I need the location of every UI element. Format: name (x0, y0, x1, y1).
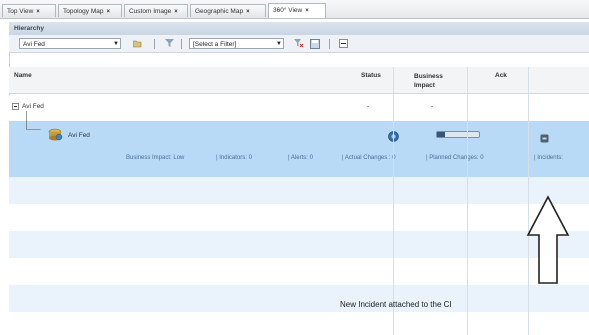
collapse-icon[interactable] (339, 39, 348, 50)
row-name: Avi Fed (22, 103, 44, 110)
tab-geographic-map[interactable]: Geographic Map × (190, 4, 266, 17)
empty-row (9, 204, 589, 231)
close-icon[interactable]: × (246, 9, 250, 15)
empty-row (9, 285, 589, 312)
filter-select-value: [Select a Filter] (193, 41, 237, 48)
toolbar-divider (154, 39, 155, 49)
filter-select[interactable]: [Select a Filter] ▼ (189, 38, 284, 49)
tree-connector (26, 111, 41, 130)
column-divider (467, 67, 468, 335)
close-icon[interactable]: × (305, 8, 309, 14)
toolbar: Avi Fed ▼ [Select a Filter] ▼ (9, 35, 589, 53)
tab-custom-image[interactable]: Custom Image × (124, 4, 188, 17)
business-impact-bar-fill (437, 132, 446, 137)
detail-planned-changes: | Planned Changes: 0 (426, 155, 484, 161)
row-name: Avi Fed (68, 132, 90, 139)
clear-filter-icon[interactable] (294, 39, 304, 50)
ci-icon (47, 128, 63, 146)
empty-row (9, 258, 589, 285)
column-divider (393, 67, 394, 335)
tab-topology-map[interactable]: Topology Map × (58, 4, 122, 17)
tab-360-view[interactable]: 360° View × (268, 3, 326, 18)
row-status: - (367, 103, 370, 110)
view-select-value: Avi Fed (23, 41, 45, 48)
detail-business-impact: Business Impact: Low (126, 155, 185, 161)
detail-incidents: | Incidents: (534, 155, 563, 161)
expand-toggle-icon[interactable] (12, 103, 19, 112)
detail-alerts: | Alerts: 0 (288, 155, 313, 161)
open-folder-icon[interactable] (132, 39, 142, 50)
row-business-impact: - (431, 103, 434, 110)
empty-row (9, 312, 589, 335)
empty-row (9, 231, 589, 258)
view-select[interactable]: Avi Fed ▼ (19, 38, 121, 49)
table-row[interactable] (9, 95, 589, 121)
tab-bar: Top View × Topology Map × Custom Image × Ge… (0, 0, 589, 19)
save-icon[interactable] (310, 39, 320, 51)
toolbar-divider (329, 39, 330, 49)
business-impact-bar (436, 131, 480, 138)
tab-label: Topology Map (63, 8, 104, 15)
panel-title: Hierarchy (9, 22, 589, 35)
column-header-name[interactable]: Name (14, 72, 32, 79)
tab-label: Geographic Map (195, 8, 244, 15)
close-icon[interactable]: × (36, 9, 40, 15)
column-header-row: Name Status Business Impact Ack (9, 67, 589, 94)
detail-actual-changes: | Actual Changes : 0 (342, 155, 396, 161)
selected-table-row[interactable] (9, 121, 589, 177)
column-header-ack[interactable]: Ack (495, 72, 507, 79)
tab-label: Top View (7, 8, 34, 15)
tab-label: 360° View (273, 7, 303, 14)
column-header-business-impact[interactable]: Business Impact (414, 72, 454, 90)
annotation-text: New Incident attached to the CI (340, 300, 452, 309)
filter-icon[interactable] (165, 39, 174, 50)
close-icon[interactable]: × (106, 9, 110, 15)
detail-indicators: | Indicators: 0 (216, 155, 252, 161)
empty-row (9, 177, 589, 204)
tab-top-view[interactable]: Top View × (2, 4, 56, 17)
tab-label: Custom Image (129, 8, 172, 15)
chevron-down-icon: ▼ (113, 41, 119, 47)
up-arrow-icon (526, 195, 570, 284)
chevron-down-icon: ▼ (276, 41, 282, 47)
ack-icon[interactable] (540, 130, 549, 148)
toolbar-divider (181, 39, 182, 49)
close-icon[interactable]: × (174, 9, 178, 15)
column-header-status[interactable]: Status (361, 72, 381, 79)
